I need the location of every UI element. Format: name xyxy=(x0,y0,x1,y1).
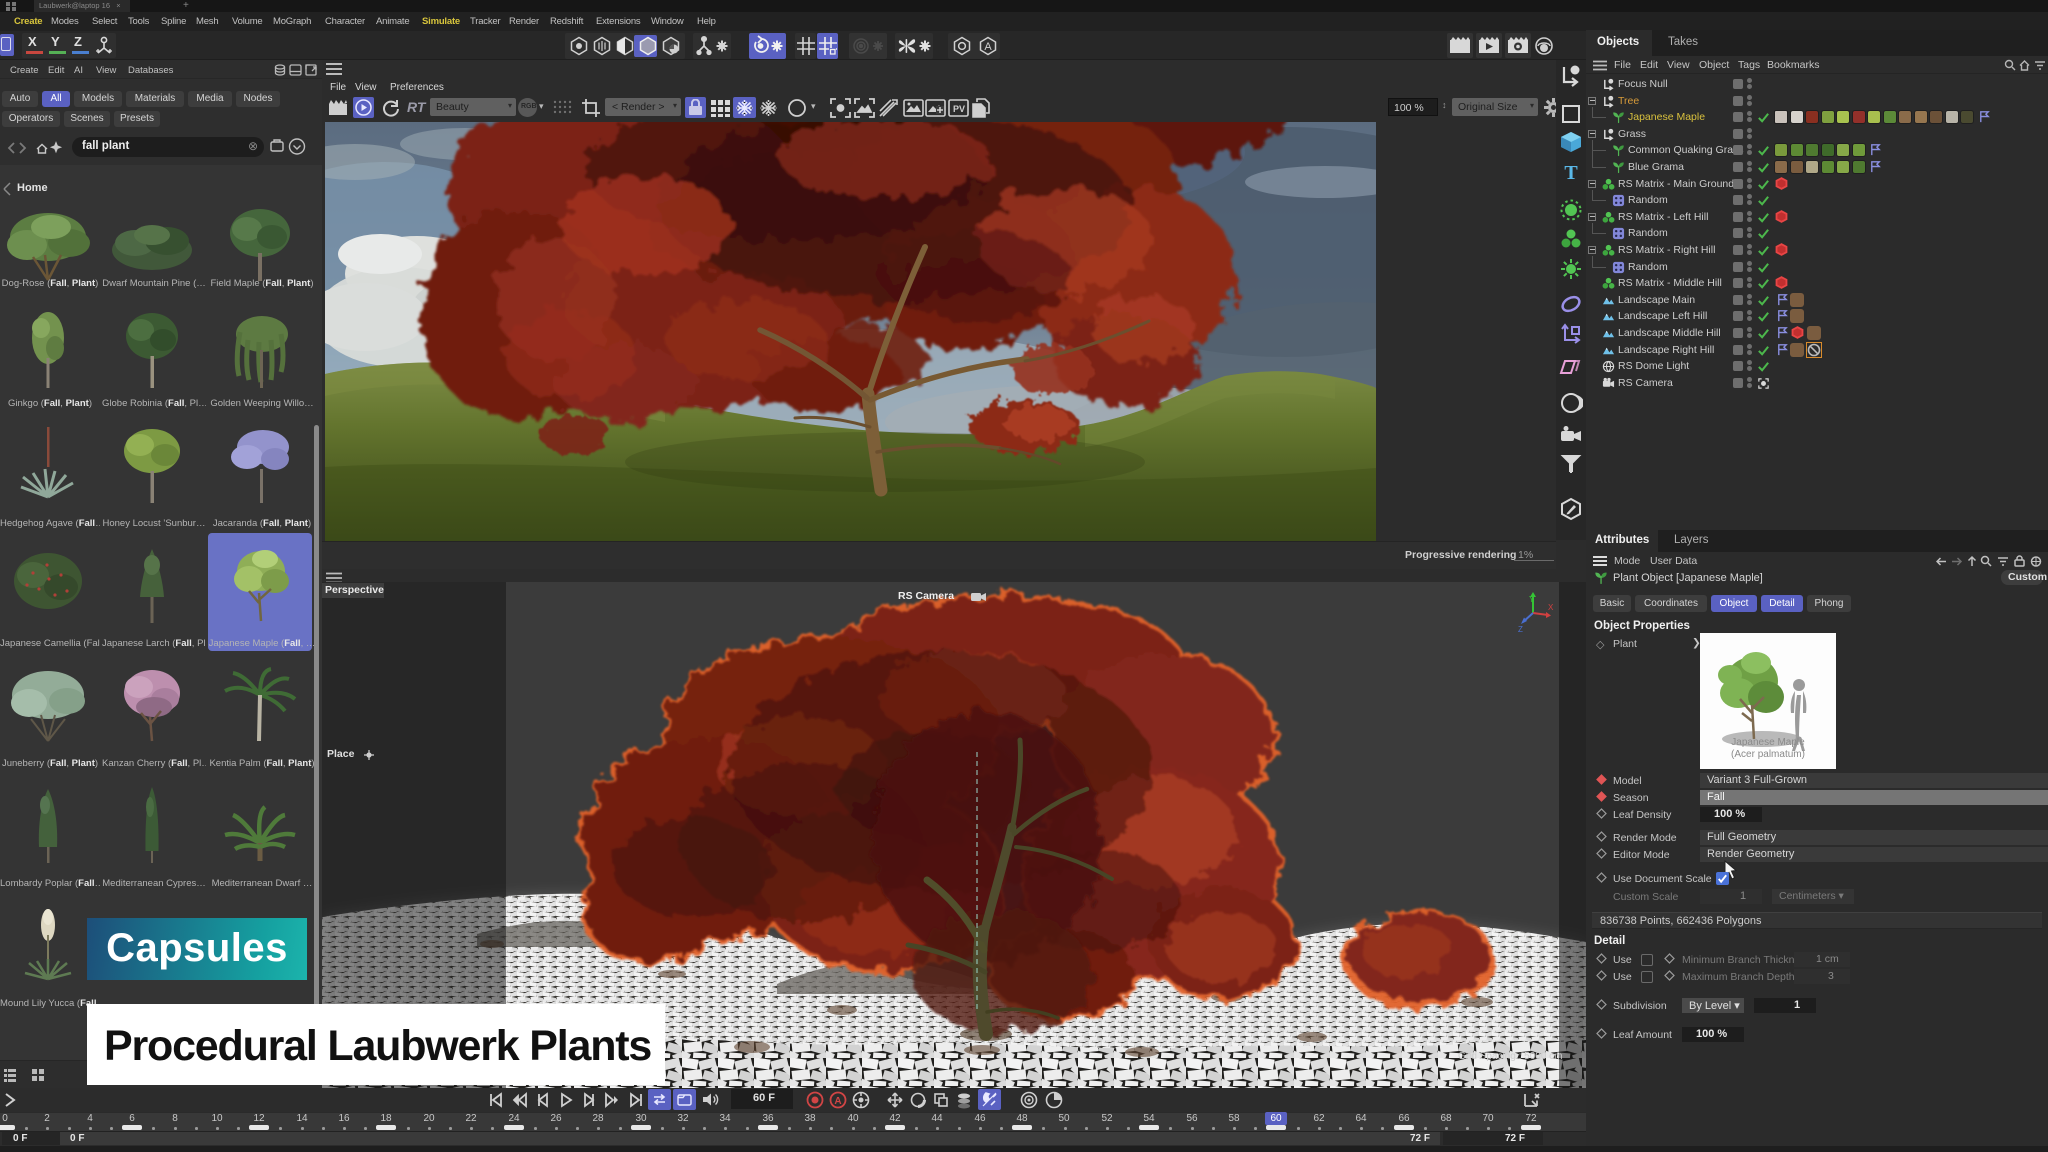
svg-text:Z: Z xyxy=(1518,625,1523,634)
svg-text:A: A xyxy=(984,41,992,53)
svg-text:T: T xyxy=(1564,162,1578,184)
svg-text:A: A xyxy=(834,1096,841,1107)
svg-text:Y: Y xyxy=(1529,595,1535,604)
svg-text:X: X xyxy=(1548,603,1554,612)
svg-text:PV: PV xyxy=(953,104,965,114)
svg-text:(Acer palmatum): (Acer palmatum) xyxy=(1731,749,1805,760)
svg-text:Japanese Maple: Japanese Maple xyxy=(1731,737,1805,748)
